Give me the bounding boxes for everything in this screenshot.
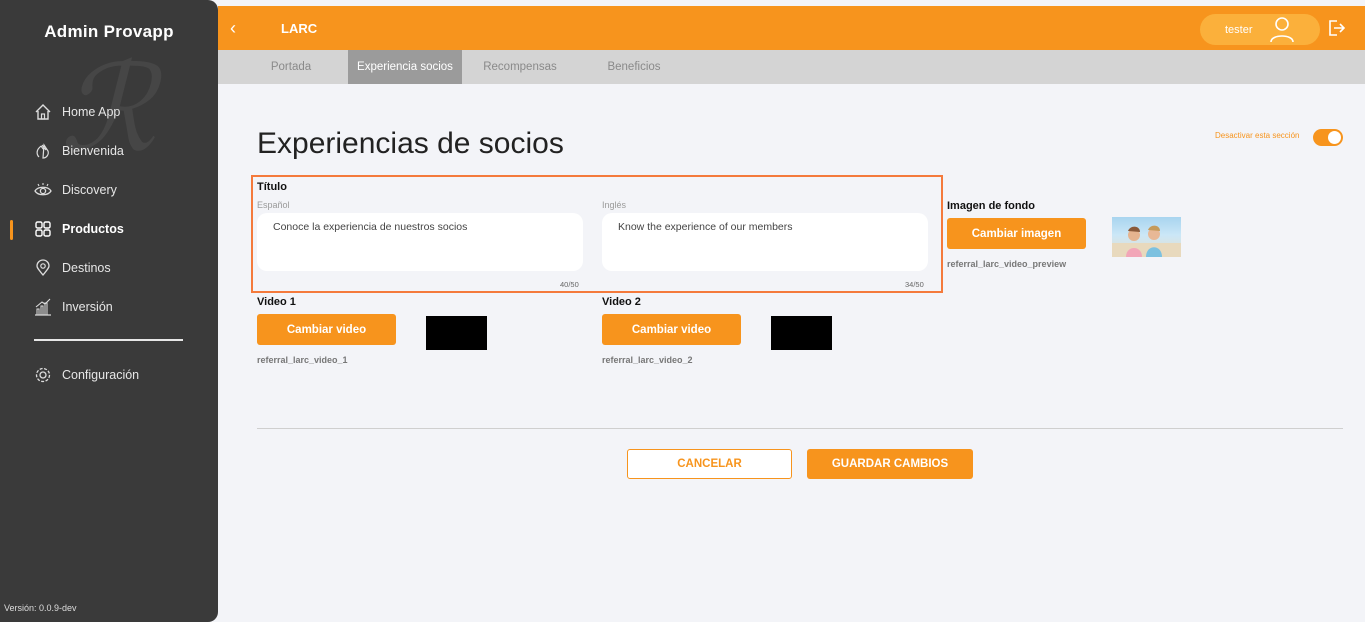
location-pin-icon: [34, 259, 52, 277]
spanish-char-counter: 40/50: [560, 280, 579, 289]
home-icon: [34, 103, 52, 121]
user-name: tester: [1225, 23, 1253, 36]
cancel-button[interactable]: CANCELAR: [627, 449, 792, 479]
change-video1-button[interactable]: Cambiar video: [257, 314, 396, 345]
bar-chart-icon: [34, 298, 52, 316]
sidebar-item-label: Productos: [62, 222, 124, 236]
gear-icon: [34, 366, 52, 384]
sidebar-divider: [34, 339, 183, 341]
sidebar-item-home-app[interactable]: Home App: [34, 100, 120, 124]
section-toggle-label: Desactivar esta sección: [1215, 131, 1300, 140]
app-title: LARC: [281, 21, 318, 36]
sidebar-item-discovery[interactable]: Discovery: [34, 178, 117, 202]
top-bar: ‹ LARC tester: [218, 6, 1365, 50]
tab-bar: Portada Experiencia socios Recompensas B…: [218, 50, 1365, 84]
background-image-heading: Imagen de fondo: [947, 200, 1035, 212]
title-spanish-input[interactable]: Conoce la experiencia de nuestros socios: [257, 213, 583, 271]
tab-experiencia-socios[interactable]: Experiencia socios: [348, 50, 462, 84]
english-label: Inglés: [602, 200, 627, 210]
logout-icon[interactable]: [1327, 19, 1346, 42]
video1-heading: Video 1: [257, 296, 296, 308]
sidebar-item-label: Discovery: [62, 183, 117, 197]
background-filename: referral_larc_video_preview: [947, 259, 1067, 269]
titulo-heading: Título: [257, 181, 287, 193]
sidebar-item-bienvenida[interactable]: Bienvenida: [34, 139, 124, 163]
active-indicator: [10, 220, 13, 240]
grid-icon: [34, 220, 52, 238]
save-changes-button[interactable]: GUARDAR CAMBIOS: [807, 449, 973, 479]
brand-title: Admin Provapp: [44, 22, 174, 41]
user-menu[interactable]: tester: [1200, 14, 1320, 45]
sidebar-item-productos[interactable]: Productos: [34, 217, 124, 241]
user-avatar-icon: [1268, 15, 1296, 46]
change-video2-button[interactable]: Cambiar video: [602, 314, 741, 345]
sidebar-item-label: Home App: [62, 105, 121, 119]
waving-hand-icon: [34, 142, 52, 160]
back-chevron-icon[interactable]: ‹: [230, 18, 236, 39]
sidebar-item-label: Inversión: [62, 300, 113, 314]
video1-thumbnail: [426, 316, 487, 350]
version-text: Versión: 0.0.9-dev: [4, 603, 77, 613]
tab-beneficios[interactable]: Beneficios: [594, 50, 674, 84]
video2-thumbnail: [771, 316, 832, 350]
spanish-label: Español: [257, 200, 290, 210]
background-image-thumbnail: [1112, 217, 1181, 257]
tab-recompensas[interactable]: Recompensas: [470, 50, 570, 84]
sidebar-item-inversion[interactable]: Inversión: [34, 295, 113, 319]
title-english-input[interactable]: Know the experience of our members: [602, 213, 928, 271]
sidebar: ℛ Admin Provapp Home App Bienvenida Disc…: [0, 0, 218, 622]
toggle-knob: [1328, 131, 1341, 144]
sidebar-item-configuracion[interactable]: Configuración: [34, 363, 139, 387]
english-char-counter: 34/50: [905, 280, 924, 289]
change-image-button[interactable]: Cambiar imagen: [947, 218, 1086, 249]
page-title: Experiencias de socios: [257, 127, 564, 160]
section-toggle[interactable]: [1313, 129, 1343, 146]
tab-portada[interactable]: Portada: [250, 50, 332, 84]
sidebar-item-label: Bienvenida: [62, 144, 124, 158]
eye-icon: [34, 181, 52, 199]
sidebar-item-label: Destinos: [62, 261, 111, 275]
sidebar-item-destinos[interactable]: Destinos: [34, 256, 111, 280]
section-divider: [257, 428, 1343, 429]
video2-filename: referral_larc_video_2: [602, 355, 693, 365]
sidebar-item-label: Configuración: [62, 368, 140, 382]
video2-heading: Video 2: [602, 296, 641, 308]
video1-filename: referral_larc_video_1: [257, 355, 348, 365]
